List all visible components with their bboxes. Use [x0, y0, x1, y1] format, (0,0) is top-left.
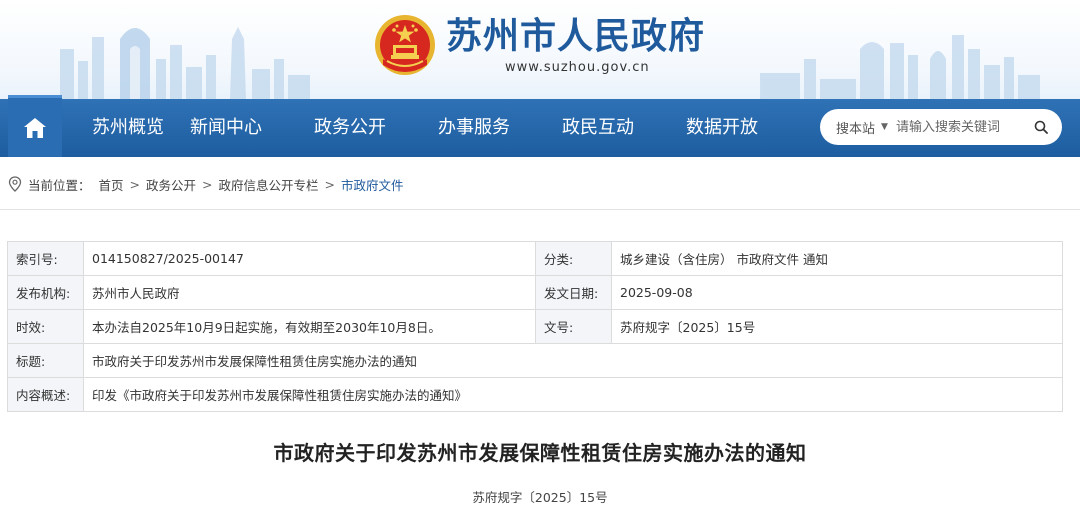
breadcrumb-link-government-affairs[interactable]: 政务公开: [146, 175, 196, 194]
nav-items: 苏州概览 新闻中心 政务公开 办事服务 政民互动 数据开放: [62, 99, 784, 157]
table-row: 标题: 市政府关于印发苏州市发展保障性租赁住房实施办法的通知: [7, 343, 1063, 378]
main-navigation: 苏州概览 新闻中心 政务公开 办事服务 政民互动 数据开放 搜本站 ▼: [0, 95, 1080, 157]
document-metadata-table: 索引号: 014150827/2025-00147 分类: 城乡建设（含住房） …: [7, 241, 1063, 412]
breadcrumb-separator: >: [129, 176, 141, 192]
article-title: 市政府关于印发苏州市发展保障性租赁住房实施办法的通知: [273, 441, 807, 465]
index-number-value: 014150827/2025-00147: [83, 241, 536, 276]
issue-date-label: 发文日期:: [535, 275, 612, 310]
article-document-number: 苏府规字〔2025〕15号: [472, 490, 608, 505]
site-url[interactable]: www.suzhou.gov.cn: [505, 60, 650, 75]
search-box: 搜本站 ▼: [820, 109, 1062, 145]
title-value: 市政府关于印发苏州市发展保障性租赁住房实施办法的通知: [83, 343, 1063, 378]
search-button[interactable]: [1030, 116, 1052, 138]
breadcrumb-link-municipal-documents[interactable]: 市政府文件: [341, 175, 404, 194]
validity-value: 本办法自2025年10月9日起实施，有效期至2030年10月8日。: [83, 309, 536, 344]
summary-value: 印发《市政府关于印发苏州市发展保障性租赁住房实施办法的通知》: [83, 377, 1063, 412]
breadcrumb: 当前位置： 首页 > 政务公开 > 政府信息公开专栏 > 市政府文件: [8, 175, 404, 193]
nav-item-suzhou-overview[interactable]: 苏州概览: [62, 99, 164, 157]
breadcrumb-link-info-disclosure[interactable]: 政府信息公开专栏: [219, 175, 319, 194]
issue-date-value: 2025-09-08: [611, 275, 1063, 310]
caret-down-icon[interactable]: ▼: [881, 122, 888, 132]
home-icon: [24, 117, 46, 138]
nav-item-interaction[interactable]: 政民互动: [536, 99, 660, 157]
table-row: 发布机构: 苏州市人民政府 发文日期: 2025-09-08: [7, 275, 1063, 310]
site-banner: 苏州市人民政府 www.suzhou.gov.cn: [0, 0, 1080, 99]
breadcrumb-separator: >: [324, 176, 336, 192]
breadcrumb-prefix: 当前位置：: [28, 177, 91, 193]
nav-item-open-data[interactable]: 数据开放: [660, 99, 784, 157]
table-row: 时效: 本办法自2025年10月9日起实施，有效期至2030年10月8日。 文号…: [7, 309, 1063, 344]
location-pin-icon: [8, 176, 22, 192]
validity-label: 时效:: [7, 309, 84, 344]
category-label: 分类:: [535, 241, 612, 276]
publisher-value: 苏州市人民政府: [83, 275, 536, 310]
nav-item-news-center[interactable]: 新闻中心: [164, 99, 288, 157]
national-emblem-icon: [375, 15, 435, 75]
city-skyline-left-illustration: [60, 27, 310, 99]
index-number-label: 索引号:: [7, 241, 84, 276]
document-number-value: 苏府规字〔2025〕15号: [611, 309, 1063, 344]
nav-item-services[interactable]: 办事服务: [412, 99, 536, 157]
publisher-label: 发布机构:: [7, 275, 84, 310]
breadcrumb-separator: >: [202, 176, 213, 192]
table-row: 索引号: 014150827/2025-00147 分类: 城乡建设（含住房） …: [7, 241, 1063, 276]
site-title[interactable]: 苏州市人民政府: [446, 15, 705, 59]
nav-item-government-affairs[interactable]: 政务公开: [288, 99, 412, 157]
document-number-label: 文号:: [535, 309, 612, 344]
nav-home-button[interactable]: [8, 95, 62, 157]
search-input[interactable]: [895, 119, 1018, 135]
title-label: 标题:: [7, 343, 84, 378]
summary-label: 内容概述:: [7, 377, 84, 412]
search-icon: [1034, 120, 1048, 134]
table-row: 内容概述: 印发《市政府关于印发苏州市发展保障性租赁住房实施办法的通知》: [7, 377, 1063, 412]
breadcrumb-link-home[interactable]: 首页: [99, 175, 124, 194]
search-scope-select[interactable]: 搜本站: [836, 118, 875, 137]
category-value: 城乡建设（含住房） 市政府文件 通知: [611, 241, 1063, 276]
content-divider: [0, 209, 1080, 210]
city-skyline-right-illustration: [760, 35, 1040, 99]
